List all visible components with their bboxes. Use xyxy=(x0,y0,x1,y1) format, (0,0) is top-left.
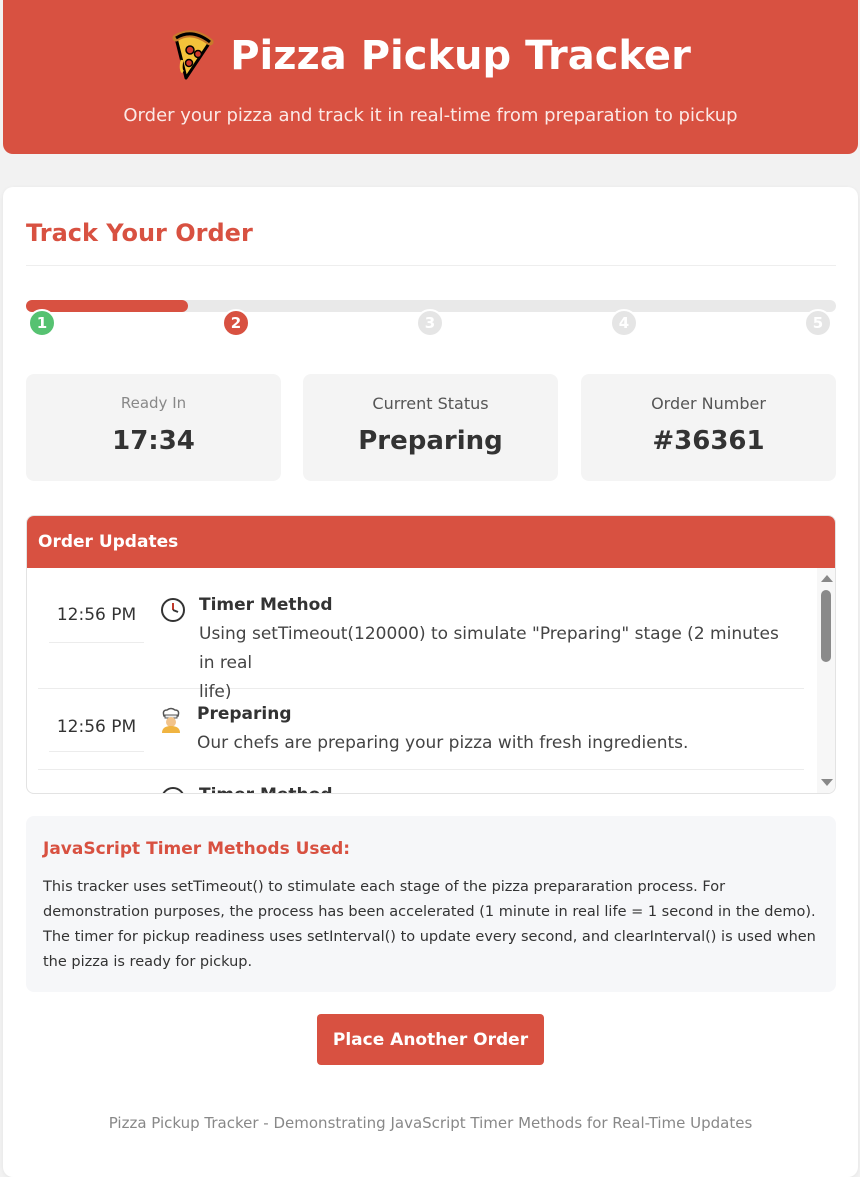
page-title-text: Pizza Pickup Tracker xyxy=(230,33,691,79)
ready-in-label: Ready In xyxy=(120,394,187,412)
status-label: Current Status xyxy=(372,394,489,413)
order-number-label: Order Number xyxy=(651,394,766,413)
order-updates-list[interactable]: 12:56 PM Timer Method Using setTimeout(1… xyxy=(27,568,835,793)
ready-in-card: Ready In 17:34 xyxy=(26,374,281,481)
timer-info-panel: JavaScript Timer Methods Used: This trac… xyxy=(26,816,836,992)
order-number-card: Order Number #36361 xyxy=(581,374,836,481)
update-time: 12:56 PM xyxy=(49,588,144,643)
step-4: 4 xyxy=(610,309,638,337)
list-item: Timer Method xyxy=(38,770,804,793)
footer-text: Pizza Pickup Tracker - Demonstrating Jav… xyxy=(108,1114,753,1132)
step-1: 1 xyxy=(28,309,56,337)
step-2: 2 xyxy=(222,309,250,337)
update-title: Timer Method xyxy=(199,595,333,615)
order-updates-title: Order Updates xyxy=(27,516,835,568)
list-item: 12:56 PM Preparing Our chefs are prepari… xyxy=(38,689,804,770)
page-title: Pizza Pickup Tracker xyxy=(3,30,858,82)
list-item: 12:56 PM Timer Method Using setTimeout(1… xyxy=(38,568,804,702)
update-title: Timer Method xyxy=(199,785,333,793)
app-header: Pizza Pickup Tracker Order your pizza an… xyxy=(3,0,858,154)
scroll-up-icon[interactable] xyxy=(821,575,833,582)
timer-info-text: This tracker uses setTimeout() to stimul… xyxy=(43,879,816,970)
clock-icon xyxy=(162,787,184,793)
progress-fill xyxy=(26,300,188,312)
update-text-line: Using setTimeout(120000) to simulate "Pr… xyxy=(199,624,779,673)
tracker-card: Track Your Order 1 2 3 4 5 Ready In 17:3… xyxy=(3,187,858,1177)
scroll-down-icon[interactable] xyxy=(821,779,833,786)
ready-in-value: 17:34 xyxy=(112,426,195,456)
divider xyxy=(26,265,836,266)
timer-info-title: JavaScript Timer Methods Used: xyxy=(43,839,351,859)
order-number-value: #36361 xyxy=(652,426,765,456)
tracker-title: Track Your Order xyxy=(26,219,253,247)
step-3: 3 xyxy=(416,309,444,337)
status-value: Preparing xyxy=(358,426,503,456)
update-text: Our chefs are preparing your pizza with … xyxy=(197,733,689,753)
update-title: Preparing xyxy=(197,704,292,724)
updates-scrollbar[interactable] xyxy=(817,568,835,793)
status-card: Current Status Preparing xyxy=(303,374,558,481)
update-time: 12:56 PM xyxy=(49,703,144,752)
clock-icon xyxy=(161,598,185,622)
step-5: 5 xyxy=(804,309,832,337)
order-updates-panel: Order Updates 12:56 PM Timer Method Usin… xyxy=(26,515,836,794)
pizza-icon xyxy=(172,30,214,80)
chef-icon xyxy=(162,707,180,733)
place-another-order-button[interactable]: Place Another Order xyxy=(317,1014,544,1065)
page-subtitle: Order your pizza and track it in real-ti… xyxy=(123,105,738,126)
scroll-thumb[interactable] xyxy=(821,590,831,662)
